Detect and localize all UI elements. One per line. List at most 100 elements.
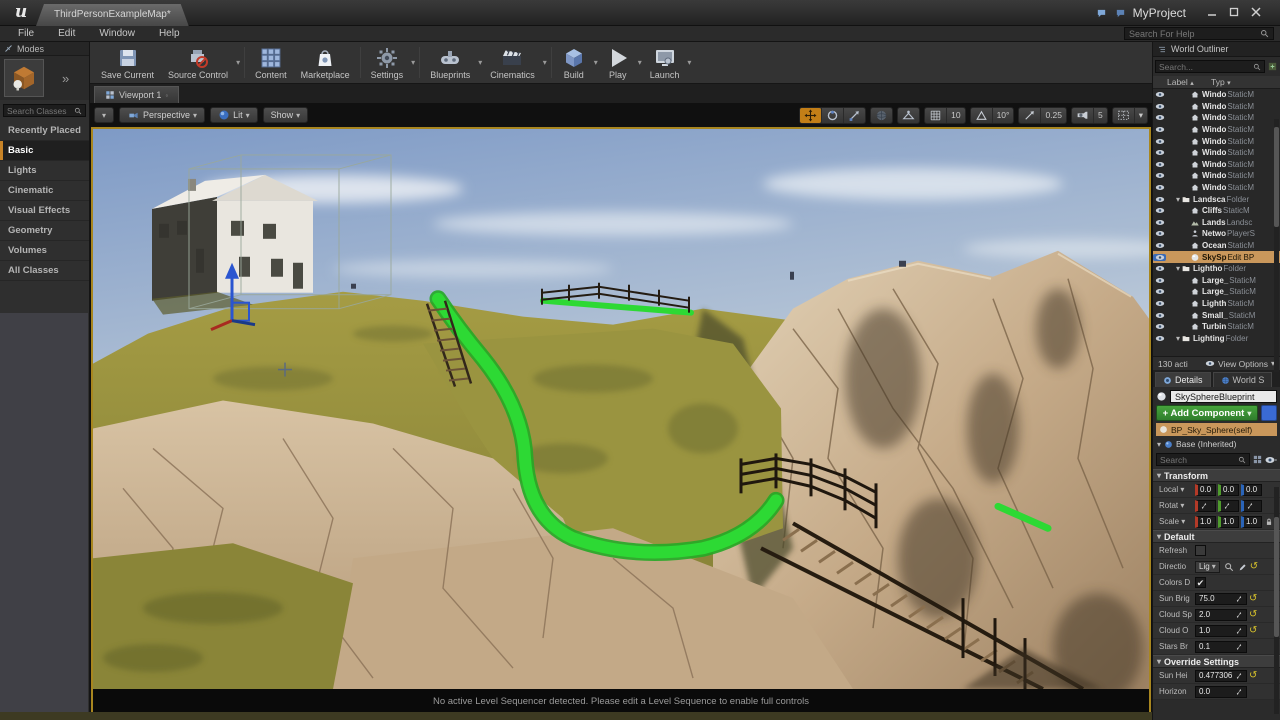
outliner-row-skysp[interactable]: SkySpEdit BP <box>1153 251 1280 263</box>
display-filter-eye-icon[interactable] <box>1265 456 1277 464</box>
outliner-row-windo[interactable]: WindoStaticM <box>1153 135 1280 147</box>
number-field[interactable]: 2.0 <box>1195 609 1247 621</box>
visibility-eye-icon[interactable] <box>1153 207 1166 214</box>
chat-bubble-icon[interactable] <box>1095 8 1108 19</box>
section-header-override-settings[interactable]: ▾Override Settings <box>1153 655 1280 668</box>
sidebar-item-recently-placed[interactable]: Recently Placed <box>0 121 89 141</box>
dropdown-caret-icon[interactable]: ▾ <box>236 58 240 67</box>
axis-value-field[interactable]: 1.0 <box>1241 516 1262 528</box>
axis-value-field[interactable]: 1.0 <box>1218 516 1239 528</box>
axis-value-field[interactable]: 0.0 <box>1195 484 1216 496</box>
scale-tool[interactable] <box>843 108 865 123</box>
pin-icon[interactable]: ◦ <box>165 91 168 100</box>
visibility-eye-icon[interactable] <box>1153 254 1166 261</box>
reset-to-default-icon[interactable]: ↺ <box>1249 625 1257 636</box>
sidebar-item-all-classes[interactable]: All Classes <box>0 261 89 281</box>
feedback-bubble-icon[interactable] <box>1114 8 1127 19</box>
place-mode-button[interactable] <box>4 59 44 97</box>
number-field[interactable]: 0.1 <box>1195 641 1247 653</box>
eyedropper-icon[interactable] <box>1238 562 1248 572</box>
dropdown-caret-icon[interactable]: ▾ <box>478 58 482 67</box>
rotation-snap-value[interactable]: 10° <box>992 108 1014 123</box>
property-matrix-icon[interactable] <box>1252 454 1263 465</box>
menu-item-file[interactable]: File <box>8 27 44 40</box>
world-local-toggle[interactable] <box>871 108 892 123</box>
sidebar-item-volumes[interactable]: Volumes <box>0 241 89 261</box>
expander-arrow-icon[interactable]: ▾ <box>1176 264 1180 273</box>
number-field[interactable]: 0.477306 <box>1195 670 1247 682</box>
outliner-row-windo[interactable]: WindoStaticM <box>1153 101 1280 113</box>
maximize-button[interactable] <box>1224 4 1244 20</box>
outliner-column-headers[interactable]: Label ▴ Typ ▾ <box>1153 76 1280 89</box>
visibility-eye-icon[interactable] <box>1153 288 1166 295</box>
reset-to-default-icon[interactable]: ↺ <box>1249 670 1257 681</box>
camera-speed-value[interactable]: 5 <box>1093 108 1107 123</box>
sidebar-item-lights[interactable]: Lights <box>0 161 89 181</box>
add-component-button[interactable]: + Add Component▾ <box>1156 405 1258 421</box>
toolbar-button-settings[interactable]: Settings <box>364 44 411 81</box>
visibility-eye-icon[interactable] <box>1153 196 1166 203</box>
checkbox[interactable]: ✔ <box>1195 577 1206 588</box>
expand-modes-chevron-icon[interactable]: » <box>62 71 69 86</box>
outliner-row-lightho[interactable]: ▾LighthoFolder <box>1153 263 1280 275</box>
number-field[interactable]: 75.0 <box>1195 593 1247 605</box>
world-outliner-tab[interactable]: World Outliner <box>1153 42 1280 57</box>
outliner-row-windo[interactable]: WindoStaticM <box>1153 147 1280 159</box>
sidebar-item-visual-effects[interactable]: Visual Effects <box>0 201 89 221</box>
sidebar-item-cinematic[interactable]: Cinematic <box>0 181 89 201</box>
level-tab[interactable]: ThirdPersonExampleMap* <box>36 4 189 26</box>
outliner-row-large_[interactable]: Large_StaticM <box>1153 275 1280 287</box>
visibility-eye-icon[interactable] <box>1153 149 1166 156</box>
toolbar-button-marketplace[interactable]: Marketplace <box>294 44 357 81</box>
details-search-input[interactable]: Search <box>1156 453 1250 466</box>
axis-value-field[interactable]: 0.0 <box>1241 484 1262 496</box>
dropdown-caret-icon[interactable]: ▾ <box>594 58 598 67</box>
dropdown-caret-icon[interactable]: ▾ <box>411 58 415 67</box>
number-field[interactable]: 0.0 <box>1195 686 1247 698</box>
visibility-eye-icon[interactable] <box>1153 219 1166 226</box>
toolbar-button-cinematics[interactable]: Cinematics <box>483 44 542 81</box>
lit-mode-button[interactable]: Lit▾ <box>210 107 258 123</box>
reset-to-default-icon[interactable]: ↺ <box>1249 609 1257 620</box>
checkbox[interactable] <box>1195 545 1206 556</box>
grid-snap-toggle[interactable] <box>925 108 946 123</box>
outliner-row-ocean[interactable]: OceanStaticM <box>1153 240 1280 252</box>
outliner-row-turbin[interactable]: TurbinStaticM <box>1153 321 1280 333</box>
visibility-eye-icon[interactable] <box>1153 323 1166 330</box>
toolbar-button-save-current[interactable]: Save Current <box>94 44 161 81</box>
expander-arrow-icon[interactable]: ▾ <box>1176 195 1180 204</box>
outliner-search-input[interactable]: Search... <box>1155 60 1265 73</box>
toolbar-button-source-control[interactable]: Source Control <box>161 44 235 81</box>
move-tool[interactable] <box>800 108 821 123</box>
details-scrollbar[interactable] <box>1274 487 1279 714</box>
visibility-eye-icon[interactable] <box>1153 91 1166 98</box>
axis-value-field[interactable] <box>1218 500 1239 512</box>
axis-value-field[interactable] <box>1195 500 1216 512</box>
menu-item-help[interactable]: Help <box>149 27 190 40</box>
outliner-row-windo[interactable]: WindoStaticM <box>1153 124 1280 136</box>
visibility-eye-icon[interactable] <box>1153 103 1166 110</box>
visibility-eye-icon[interactable] <box>1153 172 1166 179</box>
actor-name-field[interactable]: SkySphereBlueprint <box>1170 390 1277 403</box>
outliner-row-windo[interactable]: WindoStaticM <box>1153 182 1280 194</box>
help-search-input[interactable]: Search For Help <box>1124 27 1274 40</box>
edit-blueprint-button[interactable] <box>1261 405 1277 421</box>
scale-snap-value[interactable]: 0.25 <box>1040 108 1066 123</box>
surface-snap-toggle[interactable] <box>898 108 919 123</box>
reset-to-default-icon[interactable]: ↺ <box>1249 593 1257 604</box>
sidebar-item-geometry[interactable]: Geometry <box>0 221 89 241</box>
lock-icon[interactable] <box>1264 517 1274 527</box>
toolbar-button-build[interactable]: Build <box>555 44 593 81</box>
sidebar-item-basic[interactable]: Basic <box>0 141 89 161</box>
axis-value-field[interactable] <box>1241 500 1262 512</box>
camera-speed-button[interactable] <box>1072 108 1093 123</box>
search-classes-input[interactable]: Search Classes <box>3 104 86 117</box>
section-header-transform[interactable]: ▾Transform <box>1153 469 1280 482</box>
dropdown-select[interactable]: Lig▾ <box>1195 561 1220 573</box>
grid-snap-value[interactable]: 10 <box>946 108 964 123</box>
add-filter-icon[interactable] <box>1267 61 1278 72</box>
outliner-row-type[interactable]: Edit BP <box>1227 253 1254 262</box>
viewport-tab[interactable]: Viewport 1 ◦ <box>94 86 179 103</box>
viewport-layout-caret[interactable]: ▾ <box>1134 108 1147 123</box>
component-self-row[interactable]: BP_Sky_Sphere(self) <box>1156 423 1277 436</box>
